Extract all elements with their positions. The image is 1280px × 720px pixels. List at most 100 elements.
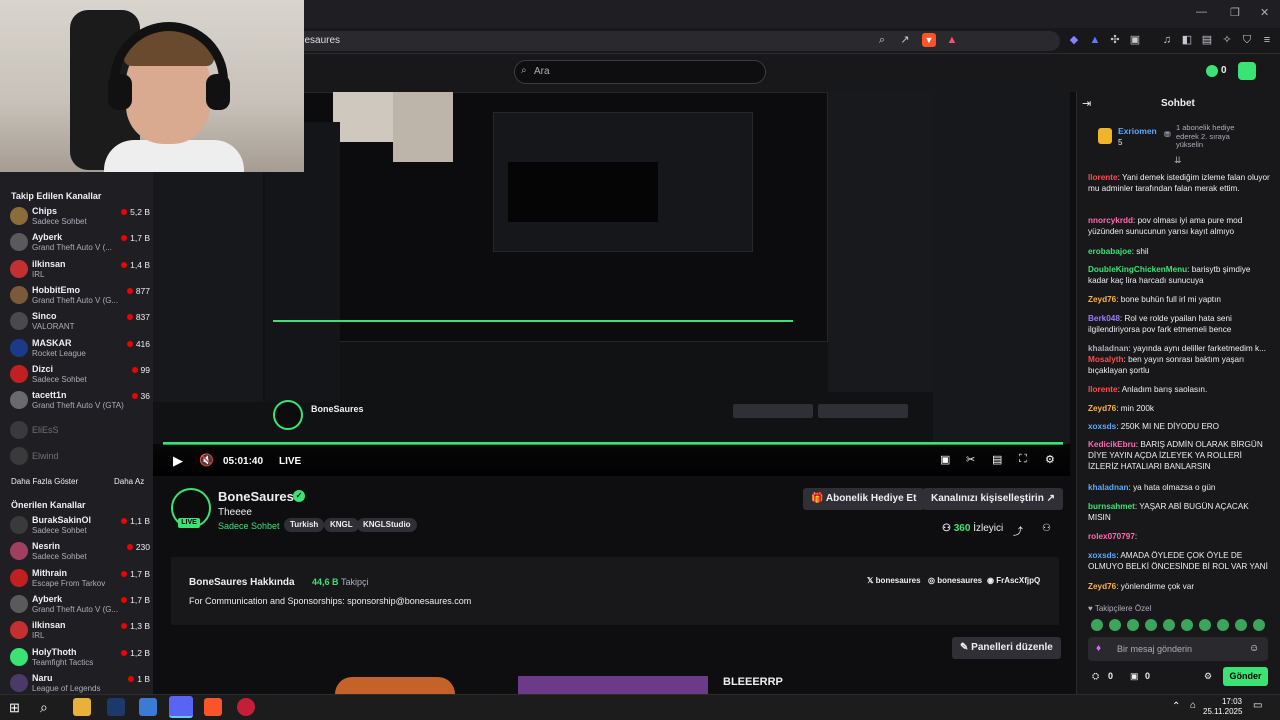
chat-username[interactable]: Berk048 [1088,314,1120,323]
chat-username[interactable]: Zeyd76 [1088,582,1116,591]
chat-username[interactable]: DoubleKingChickenMenu [1088,265,1187,274]
chat-username[interactable]: llorente [1088,385,1118,394]
top-gifter-name[interactable]: Exriomen [1118,126,1157,136]
sidebar-channel-followed-1[interactable]: Ayberk Grand Theft Auto V (... 1,7 B [10,230,150,256]
sidebar-toggle-icon[interactable]: ◧ [1180,33,1194,47]
emote-picker-icon[interactable]: ☺ [1249,643,1259,654]
menu-icon[interactable]: ≡ [1260,33,1274,47]
emote-icon[interactable] [1127,619,1139,631]
notification-icon[interactable]: ▭ [1253,700,1262,711]
wallet-icon[interactable]: ▤ [1200,33,1214,47]
edit-panels-button[interactable]: ✎ Panelleri düzenle [952,637,1061,659]
search-input[interactable] [514,60,766,84]
sidebar-channel-recommended-3[interactable]: Ayberk Grand Theft Auto V (G... 1,7 B [10,592,150,618]
social-twitter[interactable]: 𝕏 bonesaures [867,576,921,585]
customize-channel-button[interactable]: Kanalınızı kişiselleştirin ↗ [923,488,1063,510]
close-button[interactable]: ✕ [1260,6,1269,19]
sidebar-channel-recommended-0[interactable]: BurakSakinOl Sadece Sohbet 1,1 B [10,513,150,539]
emote-icon[interactable] [1253,619,1265,631]
share-icon[interactable]: ↗ [898,33,912,47]
channel-points-icon[interactable]: ⛭ [1092,671,1099,682]
screenshot-icon[interactable]: ▣ [1128,33,1142,47]
social-discord[interactable]: ◉ FrAscXfjpQ [987,576,1040,585]
sidebar-channel-followed-4[interactable]: Sinco VALORANT 837 [10,309,150,335]
collapse-chat-icon[interactable]: ⇥ [1082,97,1091,110]
taskbar-date[interactable]: 25.11.2025 [1203,707,1242,716]
chat-username[interactable]: erobabajoe [1088,247,1132,256]
emote-icon[interactable] [1091,619,1103,631]
play-icon[interactable]: ▶ [173,453,183,469]
rewards-icon[interactable]: ▲ [945,33,959,47]
brave-shield-icon[interactable]: ▼ [922,33,936,47]
tag-knglstudio[interactable]: KNGLStudio [357,518,417,532]
fullscreen-icon[interactable]: ⛶ [1019,453,1027,466]
windows-start-icon[interactable]: ⊞ [9,700,20,716]
chat-username[interactable]: nnorcykrdd [1088,216,1133,225]
sidebar-channel-recommended-4[interactable]: ilkinsan IRL 1,3 B [10,618,150,644]
volume-muted-icon[interactable]: 🔇 [199,453,214,467]
clip-icon[interactable]: ✂ [966,453,975,466]
emote-icon[interactable] [1181,619,1193,631]
bits-cheer-icon[interactable]: ♦ [1096,643,1101,654]
discord-taskbar-icon[interactable] [169,696,193,718]
zoom-icon[interactable]: ⌕ [875,33,889,47]
more-options-icon[interactable]: ⚇ [1042,523,1051,534]
file-explorer-icon[interactable] [73,698,91,716]
steam-icon[interactable] [107,698,125,716]
puzzle-icon[interactable]: ✣ [1108,33,1122,47]
sidebar-channel-recommended-5[interactable]: HolyThoth Teamfight Tactics 1,2 B [10,645,150,671]
emote-icon[interactable] [1217,619,1229,631]
sidebar-channel-followed-0[interactable]: Chips Sadece Sohbet 5,2 B [10,204,150,230]
obs-taskbar-icon[interactable] [237,698,255,716]
sidebar-channel-recommended-2[interactable]: Mithrain Escape From Tarkov 1,7 B [10,566,150,592]
chat-username[interactable]: llorente [1088,173,1118,182]
tray-chevron-icon[interactable]: ⌃ [1172,701,1180,712]
network-icon[interactable]: ⌂ [1190,700,1196,711]
show-less-link[interactable]: Daha Az [114,477,144,486]
maximize-button[interactable]: ❐ [1230,6,1240,19]
sidebar-channel-recommended-6[interactable]: Naru League of Legends 1 B [10,671,150,697]
app-icon[interactable] [139,698,157,716]
chat-username[interactable]: Zeyd76 [1088,404,1116,413]
brave-taskbar-icon[interactable] [204,698,222,716]
extension-2-icon[interactable]: ▲ [1088,33,1102,47]
gift-box-icon[interactable]: ▣ [1130,671,1139,682]
theater-mode-icon[interactable]: ▣ [940,453,950,466]
sidebar-channel-followed-5[interactable]: MASKAR Rocket League 416 [10,336,150,362]
search-taskbar-icon[interactable]: ⌕ [40,699,48,716]
sidebar-channel-offline-0[interactable]: EliEsS [10,418,150,444]
extension-icon[interactable]: ◆ [1067,33,1081,47]
emote-icon[interactable] [1199,619,1211,631]
sidebar-channel-followed-6[interactable]: Dizci Sadece Sohbet 99 [10,362,150,388]
chat-settings-icon[interactable]: ⚙ [1204,671,1212,682]
emote-icon[interactable] [1109,619,1121,631]
subtitles-icon[interactable]: ▤ [992,453,1002,466]
settings-icon[interactable]: ⚙ [1045,453,1055,466]
bits-icon[interactable] [1206,65,1218,77]
channel-name[interactable]: BoneSaures [218,489,294,504]
chat-username[interactable]: KedicikEbru [1088,440,1136,449]
chat-username[interactable]: Mosalyth [1088,355,1124,364]
emote-icon[interactable] [1235,619,1247,631]
emote-icon[interactable] [1145,619,1157,631]
taskbar-time[interactable]: 17:03 [1212,697,1242,706]
minimize-button[interactable]: — [1196,6,1207,18]
pinned-icon[interactable]: ⇊ [1174,155,1182,166]
chat-username[interactable]: xoxsds [1088,422,1116,431]
tag-turkish[interactable]: Turkish [284,518,325,532]
user-avatar[interactable] [1238,62,1256,80]
show-more-link[interactable]: Daha Fazla Göster [11,477,78,486]
vpn-icon[interactable]: ⛉ [1240,33,1254,47]
chat-username[interactable]: xoxsds [1088,551,1116,560]
address-bar[interactable] [280,31,1060,51]
chat-username[interactable]: burnsahmet [1088,502,1135,511]
social-instagram[interactable]: ◎ bonesaures [928,576,982,585]
emote-icon[interactable] [1163,619,1175,631]
leo-ai-icon[interactable]: ✧ [1220,33,1234,47]
sidebar-channel-followed-7[interactable]: tacett1n Grand Theft Auto V (GTA) 36 [10,388,150,414]
sidebar-channel-recommended-1[interactable]: Nesrin Sadece Sohbet 230 [10,539,150,565]
music-icon[interactable]: ♫ [1160,33,1174,47]
chat-username[interactable]: Zeyd76 [1088,295,1116,304]
sidebar-channel-followed-3[interactable]: HobbitEmo Grand Theft Auto V (G... 877 [10,283,150,309]
sidebar-channel-offline-1[interactable]: Elwind [10,444,150,470]
